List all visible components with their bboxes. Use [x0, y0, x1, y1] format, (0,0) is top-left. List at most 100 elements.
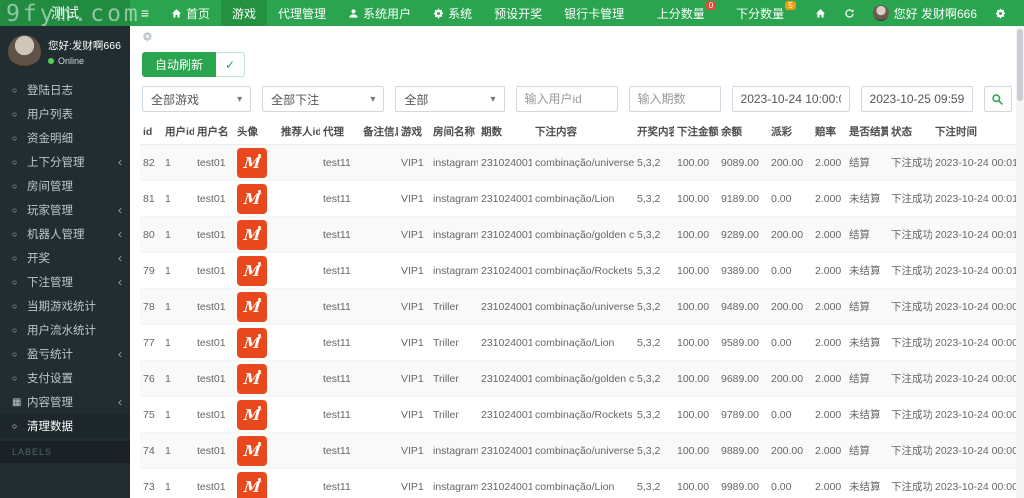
- all-select[interactable]: 全部▾: [395, 86, 504, 112]
- cell-balance: 9889.00: [718, 433, 768, 469]
- cell-settle: 未结算: [846, 181, 888, 217]
- cell-draw_content: 5,3,2: [634, 217, 674, 253]
- auto-refresh-check-toggle[interactable]: ✓: [216, 52, 245, 77]
- cell-draw_content: 5,3,2: [634, 181, 674, 217]
- sidebar-item-robot-manage[interactable]: ○机器人管理‹: [0, 222, 130, 246]
- nav-item-agent-manage[interactable]: 代理管理: [267, 0, 337, 26]
- sidebar-item-payment-settings[interactable]: ○支付设置: [0, 366, 130, 390]
- nav-item-game[interactable]: 游戏: [221, 0, 267, 26]
- sidebar-item-profit-stats[interactable]: ○盈亏统计‹: [0, 342, 130, 366]
- sidebar-item-lottery-draw[interactable]: ○开奖‹: [0, 246, 130, 270]
- end-date-input[interactable]: [861, 86, 973, 112]
- cell-game: VIP1: [398, 397, 430, 433]
- sidebar-user-panel: 您好:发财啊666 Online: [0, 26, 130, 78]
- cell-bet_amount: 100.00: [674, 361, 718, 397]
- user-avatar-logo: M: [237, 256, 267, 286]
- cell-game: VIP1: [398, 361, 430, 397]
- cell-balance: 9389.00: [718, 253, 768, 289]
- cell-room: instagram: [430, 253, 478, 289]
- user-avatar-logo: M: [237, 364, 267, 394]
- cell-bet_content: combinação/universe: [532, 433, 634, 469]
- cell-status: 下注成功: [888, 145, 932, 181]
- user-avatar-logo: M: [237, 400, 267, 430]
- sidebar-item-player-manage[interactable]: ○玩家管理‹: [0, 198, 130, 222]
- user-id-input[interactable]: [516, 86, 618, 112]
- cell-game: VIP1: [398, 217, 430, 253]
- sidebar-item-user-list[interactable]: ○用户列表: [0, 102, 130, 126]
- scrollbar-thumb[interactable]: [1017, 29, 1023, 101]
- settings-icon[interactable]: [142, 33, 153, 45]
- issue-input[interactable]: [629, 86, 721, 112]
- sidebar-item-user-flow-stats[interactable]: ○用户流水统计: [0, 318, 130, 342]
- cell-remark: [360, 433, 398, 469]
- sidebar-item-bet-manage[interactable]: ○下注管理‹: [0, 270, 130, 294]
- home-icon: [171, 8, 182, 19]
- cell-status: 下注成功: [888, 469, 932, 498]
- cell-remark: [360, 361, 398, 397]
- table-row: 791test01Mtest11VIP1instagram231024001co…: [140, 253, 1024, 289]
- down-score-link[interactable]: 下分数量5: [727, 5, 804, 22]
- cell-bet_content: combinação/Lion: [532, 181, 634, 217]
- nav-item-preset-draw[interactable]: 预设开奖: [483, 0, 553, 26]
- search-button[interactable]: [984, 86, 1012, 112]
- nav-item-system[interactable]: 系统: [422, 0, 483, 26]
- bet-type-select[interactable]: 全部下注▾: [262, 86, 384, 112]
- brand-logo[interactable]: 测试: [0, 0, 130, 26]
- user-avatar-small: [873, 5, 889, 21]
- cell-id: 82: [140, 145, 162, 181]
- column-header-2: 用户名: [194, 120, 234, 145]
- cell-draw_content: 5,3,2: [634, 145, 674, 181]
- cell-draw_content: 5,3,2: [634, 469, 674, 498]
- bets-table: id用户id用户名头像推荐人id代理备注信息游戏房间名称期数下注内容开奖内容下注…: [140, 120, 1024, 498]
- cell-agent: test11: [320, 217, 360, 253]
- sidebar-item-login-log[interactable]: ○登陆日志: [0, 78, 130, 102]
- sidebar-item-content-manage[interactable]: ▦内容管理‹: [0, 390, 130, 414]
- cell-referrer_id: [278, 361, 320, 397]
- cell-odds: 2.000: [812, 289, 846, 325]
- cell-room: instagram: [430, 469, 478, 498]
- cell-balance: 9989.00: [718, 469, 768, 498]
- cell-id: 80: [140, 217, 162, 253]
- sidebar-item-updown-manage[interactable]: ○上下分管理‹: [0, 150, 130, 174]
- game-select[interactable]: 全部游戏▾: [142, 86, 251, 112]
- cogs-icon[interactable]: [987, 8, 1014, 19]
- nav-item-bank-card-manage[interactable]: 银行卡管理: [553, 0, 635, 26]
- cell-bet_content: combinação/golden car: [532, 361, 634, 397]
- cell-id: 81: [140, 181, 162, 217]
- cell-payout: 200.00: [768, 433, 812, 469]
- up-score-link[interactable]: 上分数量0: [648, 5, 725, 22]
- refresh-icon[interactable]: [836, 8, 863, 19]
- cell-draw_content: 5,3,2: [634, 325, 674, 361]
- circle-icon: ○: [12, 421, 27, 431]
- sidebar-item-current-game-stats[interactable]: ○当期游戏统计: [0, 294, 130, 318]
- home-icon[interactable]: [807, 8, 834, 19]
- top-navbar: 测试 ≡ 首页游戏代理管理系统用户系统预设开奖银行卡管理 上分数量0 下分数量5…: [0, 0, 1024, 26]
- start-date-input[interactable]: [732, 86, 850, 112]
- circle-icon: ○: [12, 181, 27, 191]
- cell-issue: 231024001: [478, 469, 532, 498]
- nav-item-system-user[interactable]: 系统用户: [337, 0, 422, 26]
- nav-item-home[interactable]: 首页: [160, 0, 221, 26]
- chevron-down-icon: ▾: [490, 94, 495, 105]
- cell-username: test01: [194, 181, 234, 217]
- sidebar-item-clean-data[interactable]: ○清理数据: [0, 414, 130, 438]
- user-menu[interactable]: 您好 发财啊666: [865, 5, 985, 22]
- cell-odds: 2.000: [812, 469, 846, 498]
- cell-user_id: 1: [162, 145, 194, 181]
- column-header-16: 是否结算: [846, 120, 888, 145]
- table-row: 761test01Mtest11VIP1Triller231024001comb…: [140, 361, 1024, 397]
- sidebar-toggle-icon[interactable]: ≡: [130, 0, 160, 26]
- circle-icon: ○: [12, 373, 27, 383]
- column-header-5: 代理: [320, 120, 360, 145]
- sidebar-item-room-manage[interactable]: ○房间管理: [0, 174, 130, 198]
- cell-bet_content: combinação/Lion: [532, 325, 634, 361]
- sidebar-item-funds-detail[interactable]: ○资金明细: [0, 126, 130, 150]
- chevron-left-icon: ‹: [118, 156, 122, 168]
- cell-room: instagram: [430, 181, 478, 217]
- cell-bet_content: combinação/Rockets: [532, 253, 634, 289]
- cell-bet_content: combinação/golden car: [532, 217, 634, 253]
- auto-refresh-button[interactable]: 自动刷新: [142, 52, 216, 77]
- cell-status: 下注成功: [888, 361, 932, 397]
- user-avatar-logo: M: [237, 220, 267, 250]
- vertical-scrollbar[interactable]: [1016, 26, 1024, 498]
